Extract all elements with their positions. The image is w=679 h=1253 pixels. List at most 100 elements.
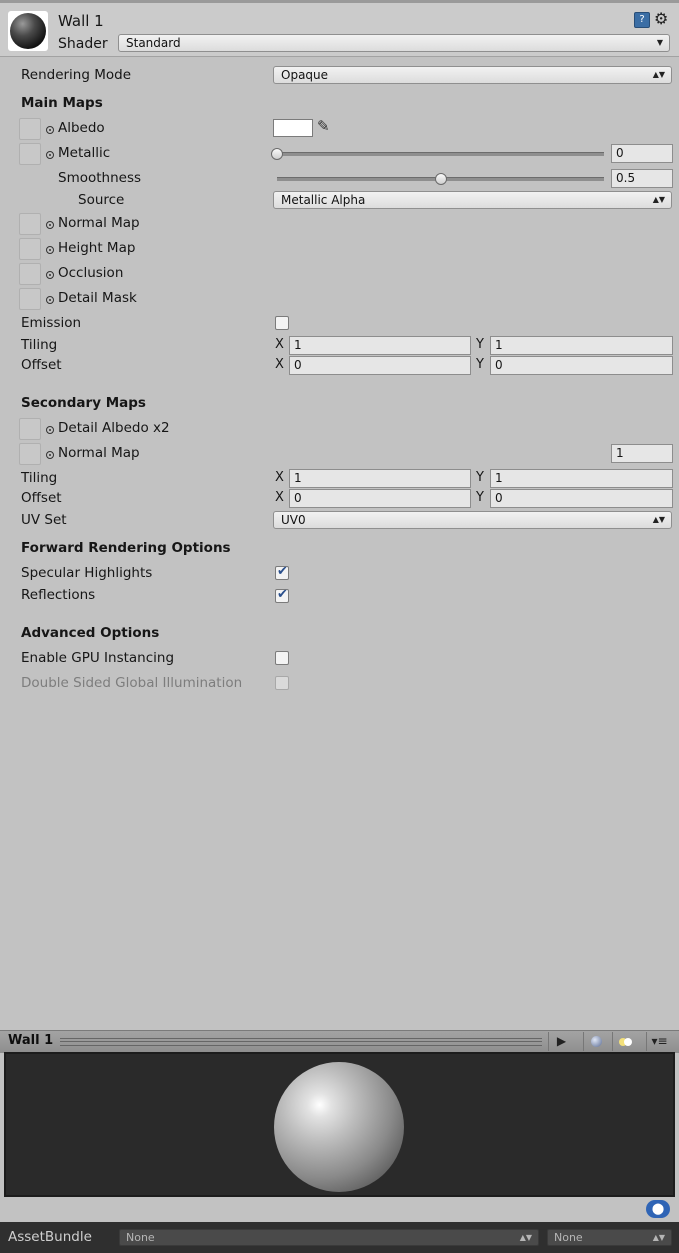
secondary-normal-map-label: Normal Map xyxy=(58,445,140,461)
material-thumbnail xyxy=(8,11,48,51)
occlusion-texture-slot[interactable] xyxy=(19,263,41,285)
forward-rendering-heading: Forward Rendering Options xyxy=(21,540,231,556)
preview-drag-grip[interactable] xyxy=(60,1038,542,1046)
specular-highlights-checkbox[interactable]: ✔ xyxy=(275,564,289,580)
offset-y-field[interactable]: 0 xyxy=(490,356,673,375)
asset-bundle-variant-value: None xyxy=(554,1231,583,1244)
secondary-maps-heading: Secondary Maps xyxy=(21,395,146,411)
occlusion-label: Occlusion xyxy=(58,265,124,281)
detail-mask-texture-slot[interactable] xyxy=(19,288,41,310)
rendering-mode-label: Rendering Mode xyxy=(21,67,132,83)
gear-icon[interactable]: ⚙ xyxy=(654,9,668,28)
play-icon[interactable]: ▶ xyxy=(548,1032,574,1051)
updown-arrows-icon: ▲▼ xyxy=(652,195,665,204)
albedo-picker-icon[interactable] xyxy=(46,126,54,134)
secondary-normal-map-picker-icon[interactable] xyxy=(46,451,54,459)
emission-label: Emission xyxy=(21,315,82,331)
normal-map-texture-slot[interactable] xyxy=(19,213,41,235)
secondary-offset-x-axis-label: X xyxy=(275,490,284,505)
source-label: Source xyxy=(78,192,125,208)
secondary-offset-x-field[interactable]: 0 xyxy=(289,489,471,508)
metallic-value-field[interactable]: 0 xyxy=(611,144,673,163)
detail-albedo-texture-slot[interactable] xyxy=(19,418,41,440)
tag-icon[interactable]: ⬤ xyxy=(646,1200,670,1218)
double-sided-gi-label: Double Sided Global Illumination xyxy=(21,675,243,691)
shader-dropdown[interactable]: Standard ▼ xyxy=(118,34,670,52)
secondary-tiling-x-field[interactable]: 1 xyxy=(289,469,471,488)
source-value: Metallic Alpha xyxy=(281,193,366,207)
normal-map-label: Normal Map xyxy=(58,215,140,231)
uv-set-value: UV0 xyxy=(281,513,306,527)
occlusion-picker-icon[interactable] xyxy=(46,271,54,279)
albedo-color-swatch[interactable] xyxy=(273,119,313,137)
metallic-texture-slot[interactable] xyxy=(19,143,41,165)
material-title: Wall 1 xyxy=(58,12,104,30)
albedo-label: Albedo xyxy=(58,120,105,136)
rendering-mode-value: Opaque xyxy=(281,68,329,82)
secondary-tiling-x-axis-label: X xyxy=(275,470,284,485)
secondary-offset-y-axis-label: Y xyxy=(476,490,484,505)
offset-label: Offset xyxy=(21,357,62,373)
uv-set-label: UV Set xyxy=(21,512,67,528)
reflections-checkbox[interactable]: ✔ xyxy=(275,587,289,603)
metallic-picker-icon[interactable] xyxy=(46,151,54,159)
sphere-icon[interactable] xyxy=(583,1032,609,1051)
tiling-y-axis-label: Y xyxy=(476,337,484,352)
preview-sphere xyxy=(274,1062,404,1192)
emission-checkbox[interactable] xyxy=(275,316,289,330)
preview-title: Wall 1 xyxy=(8,1033,54,1048)
eyedropper-icon[interactable]: ✎ xyxy=(317,117,330,135)
updown-arrows-icon: ▲▼ xyxy=(652,515,665,524)
tiling-x-field[interactable]: 1 xyxy=(289,336,471,355)
secondary-normal-map-texture-slot[interactable] xyxy=(19,443,41,465)
metallic-slider-track[interactable] xyxy=(277,152,604,156)
height-map-label: Height Map xyxy=(58,240,136,256)
smoothness-slider-thumb[interactable] xyxy=(434,173,447,185)
menu-icon[interactable]: ▾≡ xyxy=(646,1032,672,1051)
secondary-normal-scale-field[interactable]: 1 xyxy=(611,444,673,463)
tiling-label: Tiling xyxy=(21,337,58,353)
updown-arrows-icon: ▲▼ xyxy=(519,1233,532,1242)
secondary-offset-y-field[interactable]: 0 xyxy=(490,489,673,508)
specular-highlights-label: Specular Highlights xyxy=(21,565,153,581)
secondary-tiling-label: Tiling xyxy=(21,470,58,486)
normal-map-picker-icon[interactable] xyxy=(46,221,54,229)
source-dropdown[interactable]: Metallic Alpha ▲▼ xyxy=(273,191,672,209)
lights-icon[interactable] xyxy=(612,1032,638,1051)
asset-bundle-name-value: None xyxy=(126,1231,155,1244)
metallic-slider-thumb[interactable] xyxy=(271,148,283,160)
asset-bundle-variant-dropdown[interactable]: None ▲▼ xyxy=(547,1229,672,1246)
checkmark-icon: ✔ xyxy=(277,564,288,579)
tiling-y-field[interactable]: 1 xyxy=(490,336,673,355)
material-header: Wall 1 Shader Standard ▼ ? ⚙ xyxy=(0,3,679,57)
reflections-label: Reflections xyxy=(21,587,96,603)
asset-bundle-name-dropdown[interactable]: None ▲▼ xyxy=(119,1229,539,1246)
detail-albedo-label: Detail Albedo x2 xyxy=(58,420,170,436)
main-maps-heading: Main Maps xyxy=(21,95,103,111)
gpu-instancing-label: Enable GPU Instancing xyxy=(21,650,175,666)
updown-arrows-icon: ▲▼ xyxy=(652,70,665,79)
secondary-tiling-y-field[interactable]: 1 xyxy=(490,469,673,488)
updown-arrows-icon: ▲▼ xyxy=(652,1233,665,1242)
detail-mask-picker-icon[interactable] xyxy=(46,296,54,304)
advanced-options-heading: Advanced Options xyxy=(21,625,160,641)
tiling-x-axis-label: X xyxy=(275,337,284,352)
gpu-instancing-checkbox[interactable] xyxy=(275,651,289,665)
detail-albedo-picker-icon[interactable] xyxy=(46,426,54,434)
height-map-texture-slot[interactable] xyxy=(19,238,41,260)
offset-x-axis-label: X xyxy=(275,357,284,372)
secondary-tiling-y-axis-label: Y xyxy=(476,470,484,485)
offset-x-field[interactable]: 0 xyxy=(289,356,471,375)
metallic-label: Metallic xyxy=(58,145,111,161)
smoothness-label: Smoothness xyxy=(58,170,142,186)
offset-y-axis-label: Y xyxy=(476,357,484,372)
secondary-offset-label: Offset xyxy=(21,490,62,506)
albedo-texture-slot[interactable] xyxy=(19,118,41,140)
height-map-picker-icon[interactable] xyxy=(46,246,54,254)
rendering-mode-dropdown[interactable]: Opaque ▲▼ xyxy=(273,66,672,84)
smoothness-value-field[interactable]: 0.5 xyxy=(611,169,673,188)
shader-value: Standard xyxy=(126,36,181,50)
shader-label: Shader xyxy=(58,36,108,52)
uv-set-dropdown[interactable]: UV0 ▲▼ xyxy=(273,511,672,529)
help-book-icon[interactable]: ? xyxy=(634,12,650,28)
